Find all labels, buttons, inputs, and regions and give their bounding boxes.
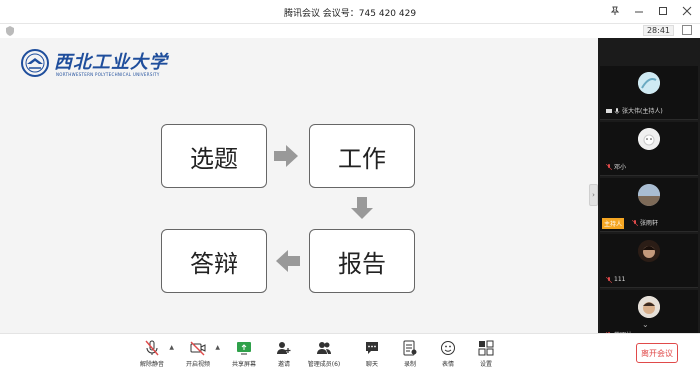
university-logo: 西北工业大学 NORTHWESTERN POLYTECHNICAL UNIVER…: [20, 48, 180, 82]
participant-name: 张雨轩: [640, 220, 659, 227]
grid-icon: [478, 340, 494, 356]
meeting-toolbar: ▲ 解除静音 ▲ 开启视频 共享屏幕 邀请 管理成员(6) 聊天 录制 表情 设…: [0, 333, 700, 372]
pin-icon[interactable]: [608, 4, 622, 18]
share-screen-icon: [237, 342, 251, 355]
window-controls: [608, 4, 694, 18]
mute-button[interactable]: ▲ 解除静音: [134, 340, 174, 368]
mic-muted-icon: [606, 276, 612, 283]
users-icon: [317, 342, 331, 354]
chevron-up-icon[interactable]: ▲: [169, 344, 174, 351]
invite-button[interactable]: 邀请: [266, 340, 302, 368]
emoji-icon: [441, 341, 455, 355]
manage-members-button[interactable]: 管理成员(6): [306, 340, 342, 368]
record-icon: [403, 340, 417, 356]
participant-name: 111: [614, 276, 626, 283]
chevron-up-icon[interactable]: ▲: [215, 344, 220, 351]
maximize-button[interactable]: [656, 4, 670, 18]
mic-muted-icon: [606, 163, 612, 170]
add-user-icon: [277, 342, 291, 354]
flow-box-topic: 选题: [161, 124, 267, 188]
flow-box-report: 报告: [309, 229, 415, 293]
fullscreen-icon[interactable]: [682, 25, 692, 35]
avatar: [638, 184, 660, 206]
title-bar: 腾讯会议 会议号：745 420 429: [0, 0, 700, 24]
flow-box-work: 工作: [309, 124, 415, 188]
screen-share-icon: [606, 108, 612, 113]
logo-english-text: NORTHWESTERN POLYTECHNICAL UNIVERSITY: [56, 72, 160, 77]
leave-meeting-button[interactable]: 离开会议: [636, 343, 678, 363]
chat-icon: [366, 342, 378, 354]
chevron-down-icon[interactable]: ⌄: [642, 320, 649, 329]
emblem-icon: [21, 49, 49, 77]
meeting-info-row: 28:41: [0, 24, 700, 38]
mic-icon: [614, 107, 620, 114]
shared-screen: 西北工业大学 NORTHWESTERN POLYTECHNICAL UNIVER…: [0, 38, 598, 333]
avatar: [638, 72, 660, 94]
participant-name: 张大伟(主持人): [622, 108, 663, 115]
mic-muted-icon: [145, 340, 159, 356]
avatar: [638, 296, 660, 318]
shield-icon[interactable]: [6, 26, 14, 36]
video-button[interactable]: ▲ 开启视频: [180, 340, 220, 368]
avatar: [638, 128, 660, 150]
participant-tile[interactable]: 111: [600, 234, 698, 288]
participants-panel: 张大伟(主持人) 邓小 主持人 张雨轩 111 ⌄: [598, 38, 700, 344]
settings-button[interactable]: 设置: [468, 340, 504, 368]
participant-tile[interactable]: 邓小: [600, 122, 698, 176]
arrow-down-icon: [351, 197, 373, 219]
participant-tile[interactable]: 张大伟(主持人): [600, 66, 698, 120]
host-badge: 主持人: [602, 218, 625, 229]
share-screen-button[interactable]: 共享屏幕: [226, 340, 262, 368]
participant-tile[interactable]: 主持人 张雨轩: [600, 178, 698, 232]
meeting-timer: 28:41: [642, 25, 674, 36]
emoji-button[interactable]: 表情: [430, 340, 466, 368]
panel-collapse-handle[interactable]: ›: [589, 184, 598, 206]
logo-chinese-text: 西北工业大学: [54, 52, 168, 73]
participant-name: 邓小: [614, 164, 627, 171]
flow-box-defense: 答辩: [161, 229, 267, 293]
camera-off-icon: [190, 341, 206, 356]
mic-muted-icon: [632, 219, 638, 226]
arrow-left-icon: [276, 250, 300, 272]
minimize-button[interactable]: [632, 4, 646, 18]
chat-button[interactable]: 聊天: [354, 340, 390, 368]
avatar: [638, 240, 660, 262]
window-title: 腾讯会议 会议号：745 420 429: [283, 9, 417, 19]
close-button[interactable]: [680, 4, 694, 18]
record-button[interactable]: 录制: [392, 340, 428, 368]
arrow-right-icon: [274, 145, 298, 167]
